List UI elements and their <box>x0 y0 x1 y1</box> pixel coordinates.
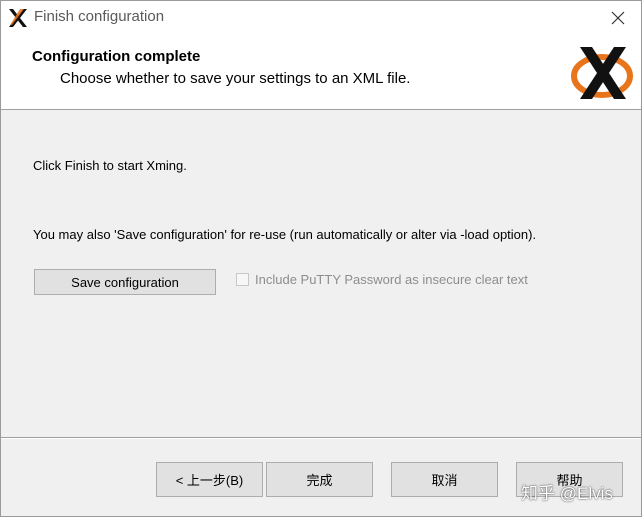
include-password-label: Include PuTTY Password as insecure clear… <box>255 272 528 287</box>
xming-x-icon <box>7 7 29 29</box>
window-title: Finish configuration <box>34 8 165 25</box>
back-button[interactable]: < 上一步(B) <box>156 462 263 497</box>
include-password-checkbox[interactable] <box>236 273 249 286</box>
close-button[interactable] <box>595 1 641 35</box>
xming-logo-icon <box>570 43 634 103</box>
close-icon <box>611 11 625 25</box>
cancel-button[interactable]: 取消 <box>391 462 498 497</box>
header-title: Configuration complete <box>32 48 201 65</box>
finish-instruction: Click Finish to start Xming. <box>33 158 187 173</box>
header-subtitle: Choose whether to save your settings to … <box>60 70 411 87</box>
wizard-header: Configuration complete Choose whether to… <box>1 35 641 110</box>
finish-button[interactable]: 完成 <box>266 462 373 497</box>
watermark-text: 知乎 @Elvis <box>521 484 613 503</box>
title-bar: Finish configuration <box>1 1 641 35</box>
save-instruction: You may also 'Save configuration' for re… <box>33 227 537 242</box>
wizard-window: Finish configuration Configuration compl… <box>0 0 642 517</box>
save-configuration-button[interactable]: Save configuration <box>34 269 216 295</box>
footer-divider <box>1 437 641 439</box>
